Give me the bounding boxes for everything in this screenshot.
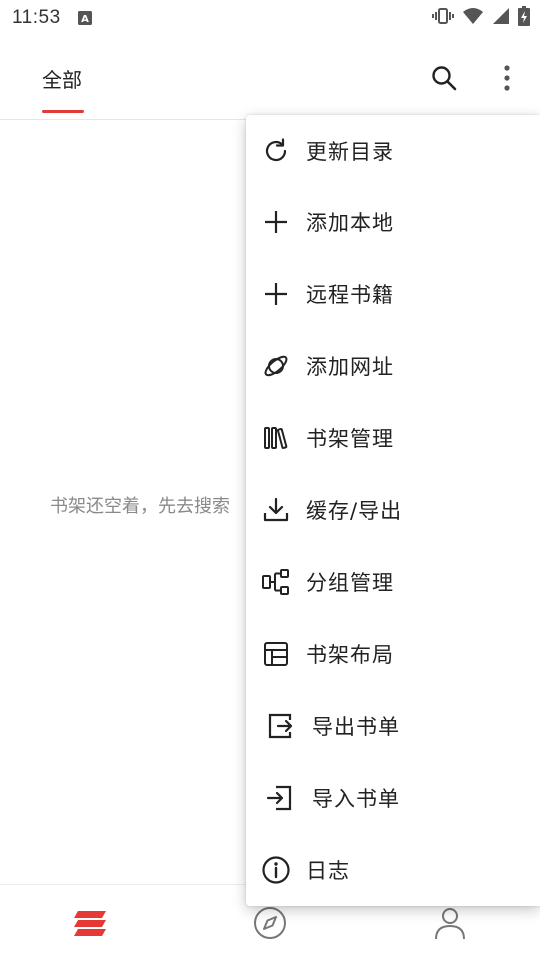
menu-item-bookshelf-layout[interactable]: 书架布局 [246,618,540,690]
menu-item-import-booklist[interactable]: 导入书单 [246,762,540,834]
status-bar: 11:53 A [0,0,540,36]
menu-item-label: 添加网址 [306,355,394,379]
menu-item-label: 远程书籍 [306,283,394,307]
more-options-button[interactable] [494,62,520,94]
menu-item-log[interactable]: 日志 [246,834,540,906]
menu-item-label: 添加本地 [306,211,394,235]
menu-item-label: 书架布局 [306,643,394,667]
bookshelf-icon [260,422,292,454]
more-vert-icon [504,65,510,91]
menu-item-add-url[interactable]: 添加网址 [246,330,540,402]
wifi-icon [462,7,484,29]
group-icon [260,566,292,598]
menu-item-group-manage[interactable]: 分组管理 [246,546,540,618]
import-icon [264,782,296,814]
tab-indicator [42,110,84,113]
planet-icon [260,350,292,382]
search-icon [432,66,457,91]
menu-item-export-booklist[interactable]: 导出书单 [246,690,540,762]
profile-nav-icon [435,908,465,940]
info-icon [260,854,292,886]
search-button[interactable] [428,62,460,94]
refresh-icon [260,135,292,167]
menu-item-label: 缓存/导出 [306,499,403,523]
tab-all[interactable]: 全部 [42,64,82,93]
menu-item-cache-export[interactable]: 缓存/导出 [246,474,540,546]
bookshelf-nav-icon [74,911,106,936]
signal-icon [492,7,510,29]
nav-explore[interactable] [250,903,290,943]
menu-item-bookshelf-manage[interactable]: 书架管理 [246,402,540,474]
menu-item-label: 导入书单 [312,787,400,811]
status-time: 11:53 [12,7,61,28]
nav-bookshelf[interactable] [70,903,110,943]
plus-icon [260,278,292,310]
export-icon [264,710,296,742]
a-notification-icon: A [77,10,93,26]
nav-profile[interactable] [430,903,470,943]
layout-icon [260,638,292,670]
plus-icon [260,206,292,238]
menu-item-label: 分组管理 [306,571,394,595]
vibrate-icon [432,6,454,30]
menu-item-label: 书架管理 [306,427,394,451]
menu-item-add-local[interactable]: 添加本地 [246,186,540,258]
menu-item-remote-books[interactable]: 远程书籍 [246,258,540,330]
empty-bookshelf-message: 书架还空着，先去搜索 [50,496,230,517]
menu-item-update-catalog[interactable]: 更新目录 [246,115,540,187]
overflow-menu: 更新目录 添加本地 远程书籍 添加网址 书架管理 缓存/导出 分组管理 书架布局… [246,115,540,906]
menu-item-label: 日志 [306,859,350,883]
menu-item-label: 导出书单 [312,715,400,739]
svg-text:A: A [81,14,89,25]
top-app-bar: 全部 [0,36,540,120]
explore-nav-icon [254,907,286,939]
download-icon [260,494,292,526]
menu-item-label: 更新目录 [306,140,394,164]
battery-charging-icon [518,6,530,30]
status-icons [432,6,530,30]
